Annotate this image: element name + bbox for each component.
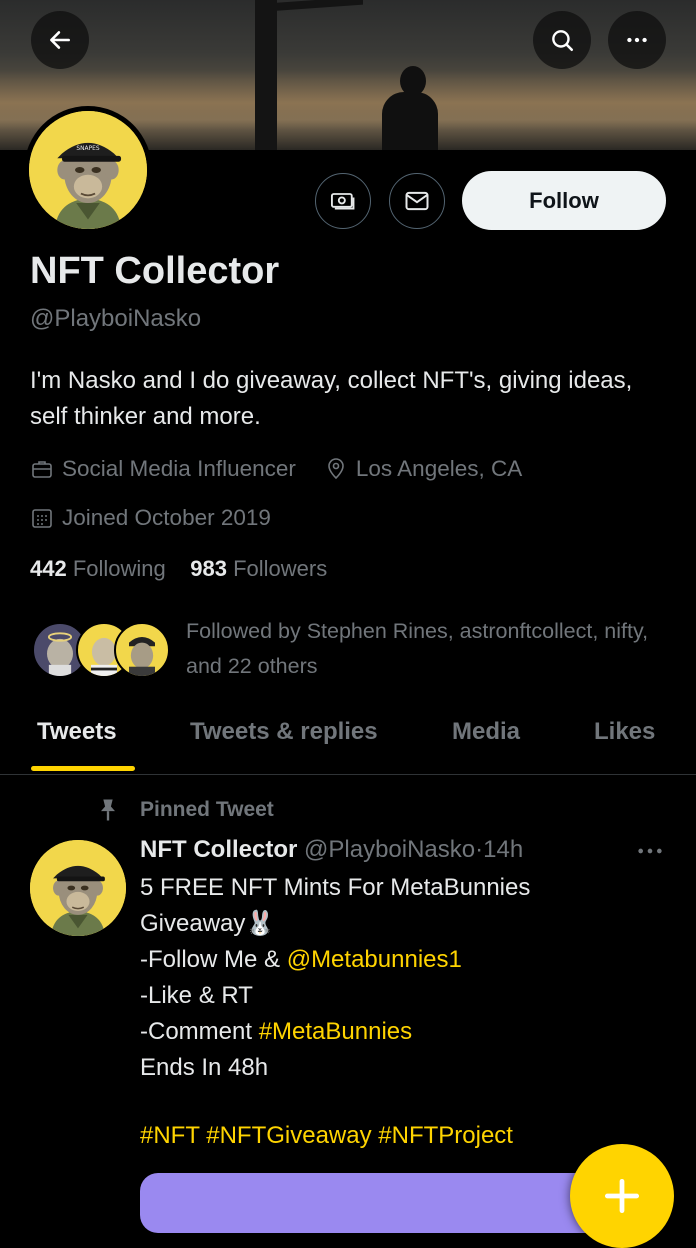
plus-icon xyxy=(604,1178,640,1214)
calendar-icon xyxy=(32,509,52,528)
mention-link[interactable]: @Metabunnies1 xyxy=(287,946,462,973)
more-button[interactable] xyxy=(608,11,666,69)
ape-avatar-image: SNAPES xyxy=(29,111,147,229)
tweet-text: 5 FREE NFT Mints For MetaBunnies Giveawa… xyxy=(140,874,531,1081)
tweet-author-handle[interactable]: @PlayboiNasko xyxy=(304,836,475,863)
tab-likes[interactable]: Likes xyxy=(594,718,655,746)
tweet-header: NFT Collector @PlayboiNasko·14h xyxy=(140,836,524,863)
banner-pole xyxy=(255,0,277,150)
briefcase-icon xyxy=(32,461,52,478)
following-link[interactable]: 442 Following xyxy=(30,556,166,581)
follow-button[interactable]: Follow xyxy=(462,171,666,230)
arrow-left-icon xyxy=(50,31,70,49)
pin-icon xyxy=(101,799,115,821)
profile-joined: Joined October 2019 xyxy=(62,505,271,530)
profile-handle: @PlayboiNasko xyxy=(30,305,202,332)
more-icon xyxy=(627,37,647,43)
mail-icon xyxy=(405,191,429,211)
tweet-hashtags[interactable]: #NFT #NFTGiveaway #NFTProject xyxy=(140,1122,513,1150)
profile-tabs: Tweets Tweets & replies Media Likes xyxy=(0,700,696,775)
profile-meta-row: Social Media Influencer Los Angeles, CA xyxy=(30,456,522,482)
profile-avatar[interactable]: SNAPES xyxy=(24,106,152,234)
profile-name: NFT Collector xyxy=(30,250,280,292)
profile-joined-row: Joined October 2019 xyxy=(30,505,271,531)
profile-bio: I'm Nasko and I do giveaway, collect NFT… xyxy=(30,367,633,430)
tweet-time[interactable]: 14h xyxy=(483,836,523,863)
follower-avatar-3[interactable] xyxy=(114,622,170,678)
tweet-media-preview[interactable] xyxy=(140,1173,640,1233)
followers-link[interactable]: 983 Followers xyxy=(190,556,327,581)
bunny-emoji: 🐰 xyxy=(245,910,276,937)
tip-button[interactable] xyxy=(315,173,371,229)
banner-crossbar xyxy=(268,0,363,12)
back-button[interactable] xyxy=(31,11,89,69)
tab-tweets[interactable]: Tweets xyxy=(37,718,117,746)
tweet-author-name[interactable]: NFT Collector xyxy=(140,836,297,863)
message-button[interactable] xyxy=(389,173,445,229)
followed-by-text[interactable]: Followed by Stephen Rines, astronftcolle… xyxy=(186,614,666,684)
follow-stats: 442 Following 983 Followers xyxy=(30,556,327,582)
svg-text:SNAPES: SNAPES xyxy=(76,146,99,152)
banner-silhouette-body xyxy=(382,92,438,150)
search-icon xyxy=(552,30,574,52)
more-icon xyxy=(638,848,662,854)
hashtag-link[interactable]: #MetaBunnies xyxy=(259,1018,412,1045)
search-button[interactable] xyxy=(533,11,591,69)
tab-tweets-replies[interactable]: Tweets & replies xyxy=(190,718,378,746)
profile-category: Social Media Influencer xyxy=(62,456,296,481)
ape-avatar-image xyxy=(30,840,126,936)
compose-tweet-button[interactable] xyxy=(570,1144,674,1248)
tweet-more-button[interactable] xyxy=(636,838,664,864)
money-icon xyxy=(330,193,355,210)
tweet-author-avatar[interactable] xyxy=(30,840,126,936)
location-pin-icon xyxy=(328,458,344,480)
pinned-tweet-label: Pinned Tweet xyxy=(94,796,274,824)
profile-location: Los Angeles, CA xyxy=(355,456,523,481)
tab-media[interactable]: Media xyxy=(452,718,520,746)
active-tab-indicator xyxy=(31,766,135,771)
